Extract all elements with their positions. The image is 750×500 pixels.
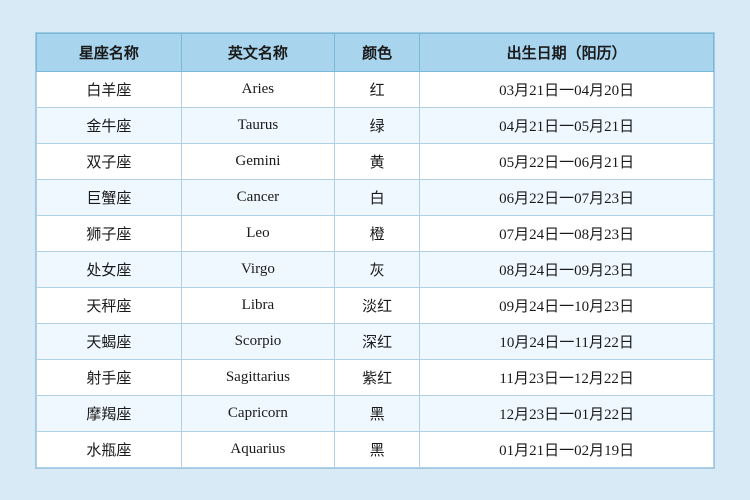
- cell-en-name: Gemini: [181, 143, 334, 179]
- cell-dates: 12月23日一01月22日: [420, 395, 714, 431]
- cell-zh-name: 摩羯座: [37, 395, 182, 431]
- cell-dates: 04月21日一05月21日: [420, 107, 714, 143]
- cell-color: 紫红: [334, 359, 419, 395]
- table-row: 射手座Sagittarius紫红11月23日一12月22日: [37, 359, 714, 395]
- cell-dates: 07月24日一08月23日: [420, 215, 714, 251]
- col-header-color: 颜色: [334, 33, 419, 71]
- cell-zh-name: 白羊座: [37, 71, 182, 107]
- cell-dates: 03月21日一04月20日: [420, 71, 714, 107]
- cell-zh-name: 处女座: [37, 251, 182, 287]
- cell-dates: 01月21日一02月19日: [420, 431, 714, 467]
- cell-dates: 09月24日一10月23日: [420, 287, 714, 323]
- table-row: 狮子座Leo橙07月24日一08月23日: [37, 215, 714, 251]
- col-header-dates: 出生日期（阳历）: [420, 33, 714, 71]
- cell-en-name: Aquarius: [181, 431, 334, 467]
- zodiac-table: 星座名称 英文名称 颜色 出生日期（阳历） 白羊座Aries红03月21日一04…: [36, 33, 714, 468]
- cell-zh-name: 巨蟹座: [37, 179, 182, 215]
- cell-dates: 11月23日一12月22日: [420, 359, 714, 395]
- cell-dates: 06月22日一07月23日: [420, 179, 714, 215]
- table-header-row: 星座名称 英文名称 颜色 出生日期（阳历）: [37, 33, 714, 71]
- cell-en-name: Capricorn: [181, 395, 334, 431]
- col-header-zh: 星座名称: [37, 33, 182, 71]
- cell-color: 深红: [334, 323, 419, 359]
- cell-dates: 05月22日一06月21日: [420, 143, 714, 179]
- cell-zh-name: 金牛座: [37, 107, 182, 143]
- zodiac-table-wrapper: 星座名称 英文名称 颜色 出生日期（阳历） 白羊座Aries红03月21日一04…: [35, 32, 715, 469]
- col-header-en: 英文名称: [181, 33, 334, 71]
- cell-en-name: Scorpio: [181, 323, 334, 359]
- table-row: 天蝎座Scorpio深红10月24日一11月22日: [37, 323, 714, 359]
- table-row: 水瓶座Aquarius黑01月21日一02月19日: [37, 431, 714, 467]
- cell-zh-name: 双子座: [37, 143, 182, 179]
- table-row: 双子座Gemini黄05月22日一06月21日: [37, 143, 714, 179]
- table-row: 巨蟹座Cancer白06月22日一07月23日: [37, 179, 714, 215]
- cell-en-name: Leo: [181, 215, 334, 251]
- cell-color: 白: [334, 179, 419, 215]
- cell-color: 灰: [334, 251, 419, 287]
- table-row: 处女座Virgo灰08月24日一09月23日: [37, 251, 714, 287]
- cell-zh-name: 射手座: [37, 359, 182, 395]
- table-row: 金牛座Taurus绿04月21日一05月21日: [37, 107, 714, 143]
- table-row: 摩羯座Capricorn黑12月23日一01月22日: [37, 395, 714, 431]
- cell-color: 橙: [334, 215, 419, 251]
- cell-color: 红: [334, 71, 419, 107]
- cell-zh-name: 天秤座: [37, 287, 182, 323]
- cell-color: 黑: [334, 395, 419, 431]
- cell-en-name: Sagittarius: [181, 359, 334, 395]
- cell-zh-name: 水瓶座: [37, 431, 182, 467]
- table-row: 天秤座Libra淡红09月24日一10月23日: [37, 287, 714, 323]
- cell-color: 黄: [334, 143, 419, 179]
- cell-zh-name: 天蝎座: [37, 323, 182, 359]
- cell-color: 淡红: [334, 287, 419, 323]
- cell-en-name: Aries: [181, 71, 334, 107]
- cell-color: 绿: [334, 107, 419, 143]
- cell-en-name: Virgo: [181, 251, 334, 287]
- cell-dates: 10月24日一11月22日: [420, 323, 714, 359]
- cell-dates: 08月24日一09月23日: [420, 251, 714, 287]
- cell-en-name: Libra: [181, 287, 334, 323]
- table-row: 白羊座Aries红03月21日一04月20日: [37, 71, 714, 107]
- cell-zh-name: 狮子座: [37, 215, 182, 251]
- cell-en-name: Cancer: [181, 179, 334, 215]
- cell-color: 黑: [334, 431, 419, 467]
- cell-en-name: Taurus: [181, 107, 334, 143]
